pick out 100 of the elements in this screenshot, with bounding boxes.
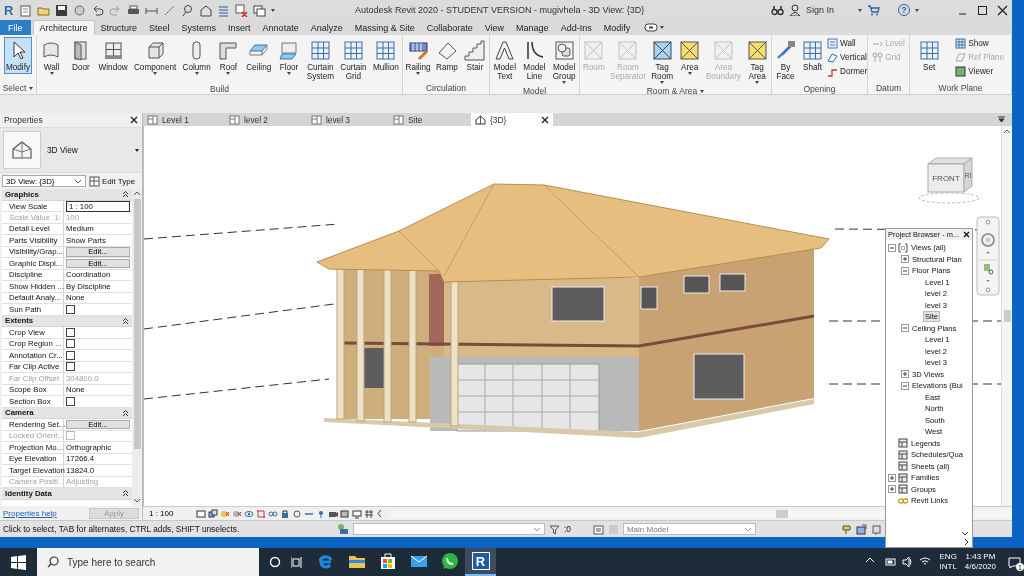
checkbox[interactable] — [66, 396, 75, 406]
caret-icon[interactable] — [135, 148, 139, 152]
caret-icon[interactable] — [562, 81, 567, 85]
ribbon-tool-button[interactable]: Ramp — [433, 37, 461, 74]
lock-icon[interactable] — [280, 508, 290, 519]
plus-icon[interactable] — [888, 485, 896, 494]
screen-icon[interactable] — [352, 508, 362, 519]
ribbon-tool-button[interactable]: By Face — [772, 37, 799, 84]
caret-icon[interactable] — [660, 81, 665, 85]
close-windows-icon[interactable] — [235, 3, 248, 17]
close-icon[interactable] — [130, 116, 138, 124]
navigation-bar[interactable] — [976, 217, 1000, 296]
scroll-thumb[interactable] — [1003, 310, 1011, 323]
plus-icon[interactable] — [901, 255, 909, 264]
chevron-down-icon[interactable] — [133, 498, 141, 504]
caret-icon[interactable] — [49, 72, 54, 75]
caret-icon[interactable] — [416, 72, 420, 75]
minus-icon[interactable] — [888, 243, 896, 252]
ribbon-tab[interactable]: Steel — [143, 20, 176, 35]
caret-icon[interactable] — [194, 72, 199, 75]
chevron-right-icon[interactable] — [964, 538, 969, 546]
ribbon-tool-button[interactable]: Stair — [461, 37, 489, 74]
caret-icon[interactable] — [153, 72, 158, 75]
ribbon-tab[interactable]: Analyze — [304, 20, 349, 35]
language-indicator[interactable]: ENG INTL — [939, 552, 957, 572]
checkbox[interactable] — [66, 304, 75, 314]
caret-icon[interactable] — [29, 86, 34, 90]
cart-icon[interactable] — [867, 4, 880, 16]
ribbon-tab[interactable]: Structure — [94, 20, 144, 35]
document-tab[interactable]: level 2 — [225, 113, 307, 127]
cubes-icon[interactable] — [340, 508, 350, 519]
scroll-thumb[interactable] — [776, 509, 788, 518]
user-icon[interactable] — [788, 4, 801, 16]
ribbon-tab[interactable]: Architecture — [32, 20, 95, 35]
ribbon-tool-button[interactable]: Shaft — [799, 37, 826, 74]
ribbon-tab[interactable]: Systems — [175, 20, 223, 35]
ribbon-tool-button[interactable]: Model Text — [491, 37, 519, 84]
ribbon-tab[interactable]: Annotate — [256, 20, 305, 35]
scrollbar[interactable] — [132, 189, 142, 506]
close-icon[interactable] — [541, 115, 549, 124]
ribbon-tab[interactable]: Collaborate — [420, 20, 479, 35]
taskbar-app[interactable]: R — [465, 548, 496, 576]
ribbon-tab[interactable]: Modify — [597, 20, 637, 35]
binoculars-icon[interactable] — [770, 4, 784, 16]
ribbon-tab[interactable]: View — [478, 20, 511, 35]
ribbon-tool-button[interactable]: Column — [180, 37, 213, 77]
save-icon[interactable] — [55, 3, 68, 17]
checkbox[interactable] — [66, 327, 75, 337]
scrollbar[interactable] — [1001, 126, 1012, 507]
plus-icon[interactable] — [888, 473, 896, 482]
minus-icon[interactable] — [901, 324, 909, 333]
ribbon-tool-button[interactable]: Tag Area — [743, 37, 771, 87]
maximize-icon[interactable] — [977, 4, 988, 16]
document-icon[interactable] — [19, 3, 32, 17]
ribbon-tool-button[interactable]: Ceiling — [244, 37, 274, 74]
undo-icon[interactable] — [91, 3, 104, 17]
filter-icon[interactable] — [549, 523, 560, 535]
ribbon-tool-button[interactable]: Component — [131, 37, 179, 77]
battery-icon[interactable] — [884, 556, 897, 568]
sun-off-icon[interactable] — [220, 508, 230, 519]
ribbon-tool-button[interactable]: Curtain Grid — [338, 37, 369, 84]
collapse-icon[interactable] — [122, 408, 129, 417]
ribbon-tool-button[interactable]: Door — [67, 37, 95, 74]
tab-menu-icon[interactable] — [997, 115, 1006, 125]
caret-icon[interactable] — [700, 89, 705, 93]
cubes-icon[interactable] — [208, 508, 218, 519]
edit-type-button[interactable]: Edit Type — [89, 175, 136, 187]
sign-in-link[interactable]: Sign In — [805, 5, 834, 15]
clock[interactable]: 1:43 PM 4/6/2020 — [964, 552, 996, 572]
ribbon-tool-button[interactable]: Vertical — [826, 51, 868, 64]
chevron-up-icon[interactable] — [133, 191, 141, 197]
grid-icon[interactable] — [364, 508, 374, 519]
scale-label[interactable]: 1 : 100 — [149, 509, 194, 519]
checkbox[interactable] — [66, 339, 75, 349]
chevron-left-icon[interactable] — [376, 509, 383, 519]
ribbon-tool-button[interactable]: Tag Room — [648, 37, 676, 87]
ribbon-tool-button[interactable]: Floor — [275, 37, 303, 77]
circle-icon[interactable] — [269, 556, 281, 568]
document-tab[interactable]: Site — [389, 113, 471, 127]
house-icon[interactable] — [199, 3, 212, 17]
frame-icon[interactable] — [196, 508, 206, 519]
minus-icon[interactable] — [901, 381, 909, 390]
caret-icon[interactable] — [660, 26, 665, 29]
chevron-up-icon[interactable] — [1003, 129, 1011, 136]
ribbon-tool-button[interactable]: Model Line — [521, 37, 548, 84]
caret-icon[interactable] — [858, 8, 862, 12]
ribbon-tool-button[interactable]: Model Group — [550, 37, 578, 87]
ribbon-tool-button[interactable]: Wall — [38, 37, 66, 77]
crop-icon[interactable] — [256, 508, 266, 519]
ribbon-tab[interactable]: Massing & Site — [348, 20, 421, 35]
scroll-thumb[interactable] — [133, 199, 141, 449]
close-icon[interactable] — [997, 4, 1008, 16]
eye-icon[interactable] — [244, 508, 254, 519]
ribbon-tool-button[interactable]: Viewer — [954, 65, 995, 78]
ribbon-tool-button[interactable]: Area — [676, 37, 704, 77]
ribbon-tool-button[interactable]: Dormer — [826, 65, 869, 78]
ribbon-tool-button[interactable]: Modify — [3, 37, 33, 74]
ribbon-tool-button[interactable]: Mullion — [370, 37, 401, 74]
windows-icon[interactable] — [253, 3, 266, 17]
checkbox[interactable] — [66, 362, 75, 372]
